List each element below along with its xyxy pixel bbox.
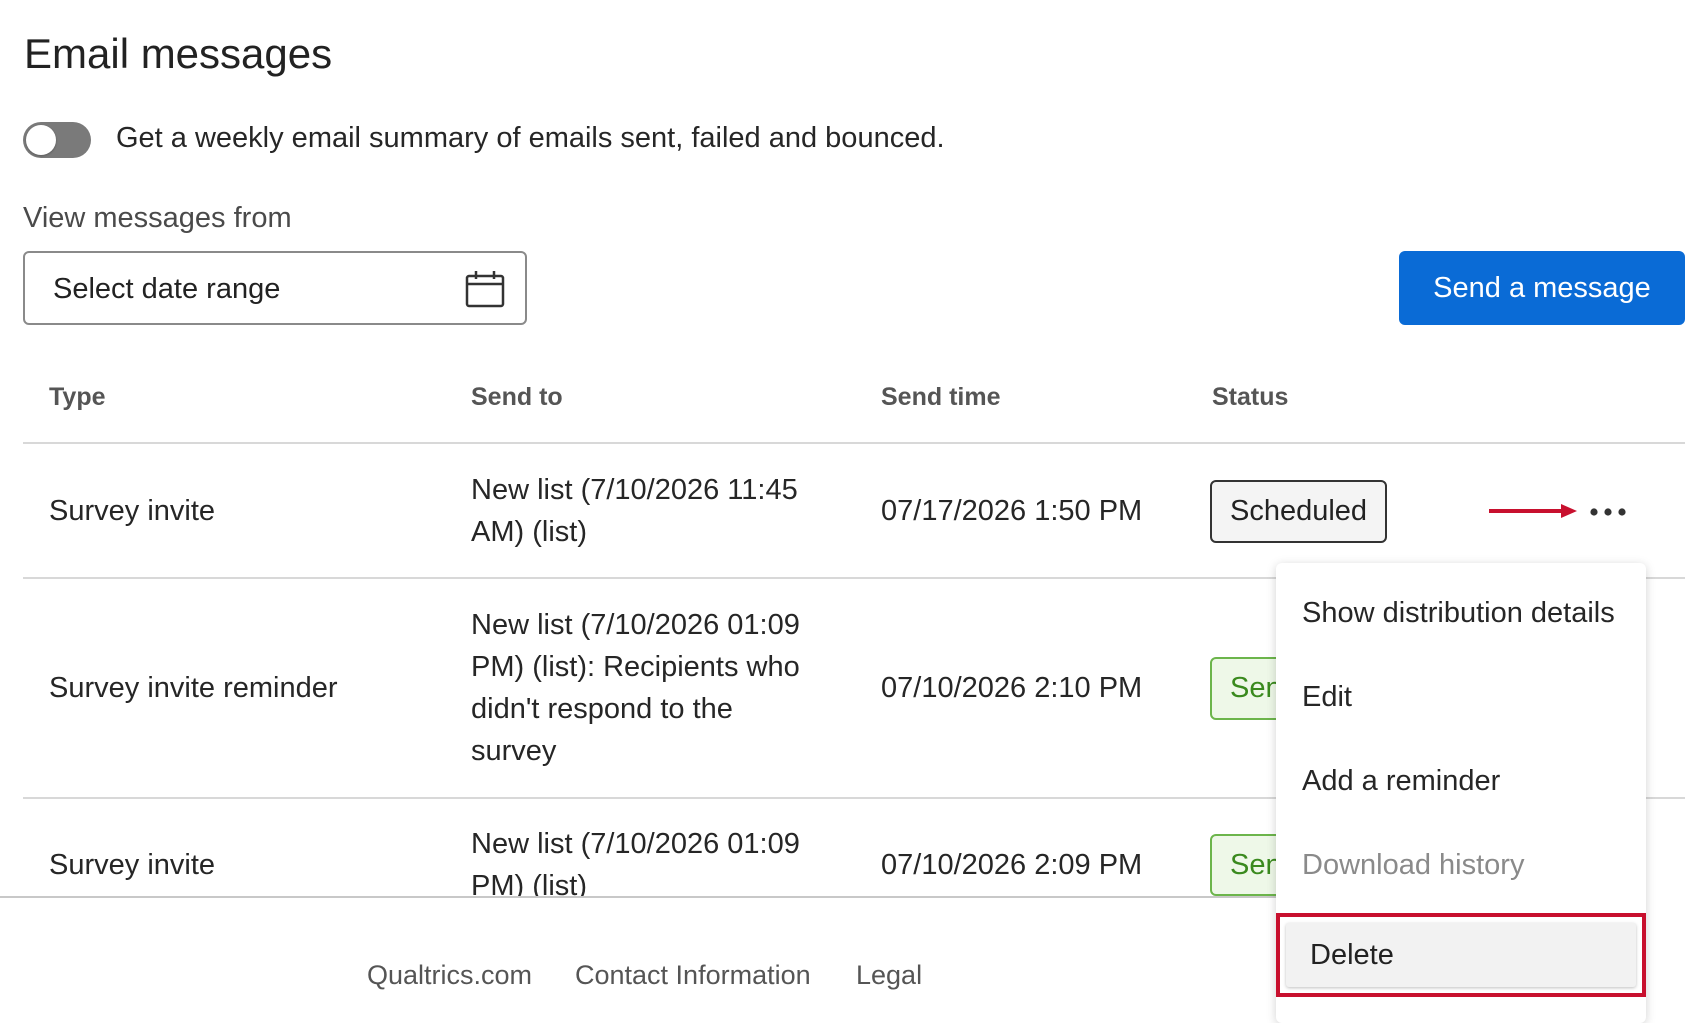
send-to-line: PM) (list): Recipients who (471, 651, 800, 683)
weekly-summary-toggle[interactable] (23, 122, 91, 158)
menu-item-edit[interactable]: Edit (1302, 681, 1352, 714)
menu-item-show-distribution-details[interactable]: Show distribution details (1302, 597, 1615, 630)
menu-item-delete-label: Delete (1310, 939, 1394, 971)
date-range-placeholder: Select date range (53, 273, 281, 305)
row-send-time: 07/10/2026 2:10 PM (881, 672, 1143, 704)
row-actions-menu: Show distribution details Edit Add a rem… (1276, 563, 1646, 1023)
row-send-to: New list (7/10/2026 11:45 AM) (list) (471, 469, 798, 553)
send-to-line: New list (7/10/2026 01:09 (471, 609, 800, 641)
toggle-knob[interactable] (26, 125, 56, 155)
send-to-line: New list (7/10/2026 01:09 (471, 828, 800, 860)
column-header-type[interactable]: Type (49, 383, 106, 412)
footer-link-qualtrics[interactable]: Qualtrics.com (367, 960, 532, 991)
send-to-line: didn't respond to the (471, 693, 733, 725)
row-send-time: 07/10/2026 2:09 PM (881, 849, 1143, 881)
annotation-arrow-icon (1489, 504, 1577, 518)
menu-item-delete-highlight[interactable]: Delete (1276, 913, 1646, 997)
send-message-button[interactable]: Send a message (1399, 251, 1685, 325)
send-to-line: PM) (list) (471, 870, 587, 896)
header-divider (23, 442, 1685, 444)
column-header-send-to[interactable]: Send to (471, 383, 563, 412)
row-type: Survey invite (49, 849, 216, 881)
status-badge: Scheduled (1210, 480, 1388, 543)
date-range-picker[interactable]: Select date range (23, 251, 527, 325)
more-options-icon[interactable] (1586, 494, 1630, 530)
row-send-time: 07/17/2026 1:50 PM (881, 495, 1143, 527)
footer-link-legal[interactable]: Legal (856, 960, 922, 991)
row-type: Survey invite reminder (49, 672, 338, 704)
row-type: Survey invite (49, 495, 216, 527)
weekly-summary-label: Get a weekly email summary of emails sen… (116, 122, 945, 154)
column-header-send-time[interactable]: Send time (881, 383, 1000, 412)
send-to-line: AM) (list) (471, 516, 587, 548)
row-send-to: New list (7/10/2026 01:09 PM) (list) (471, 823, 800, 896)
send-to-line: New list (7/10/2026 11:45 (471, 474, 798, 506)
page-title: Email messages (24, 30, 333, 77)
menu-item-delete[interactable]: Delete (1286, 923, 1636, 987)
footer-divider (0, 896, 1276, 898)
calendar-icon[interactable] (465, 269, 505, 309)
menu-item-download-history: Download history (1302, 849, 1525, 881)
footer-link-contact[interactable]: Contact Information (575, 960, 811, 991)
menu-item-add-reminder[interactable]: Add a reminder (1302, 765, 1500, 798)
send-to-line: survey (471, 735, 557, 767)
column-header-status[interactable]: Status (1212, 383, 1288, 412)
view-messages-label: View messages from (23, 202, 292, 234)
row-send-to: New list (7/10/2026 01:09 PM) (list): Re… (471, 604, 800, 772)
